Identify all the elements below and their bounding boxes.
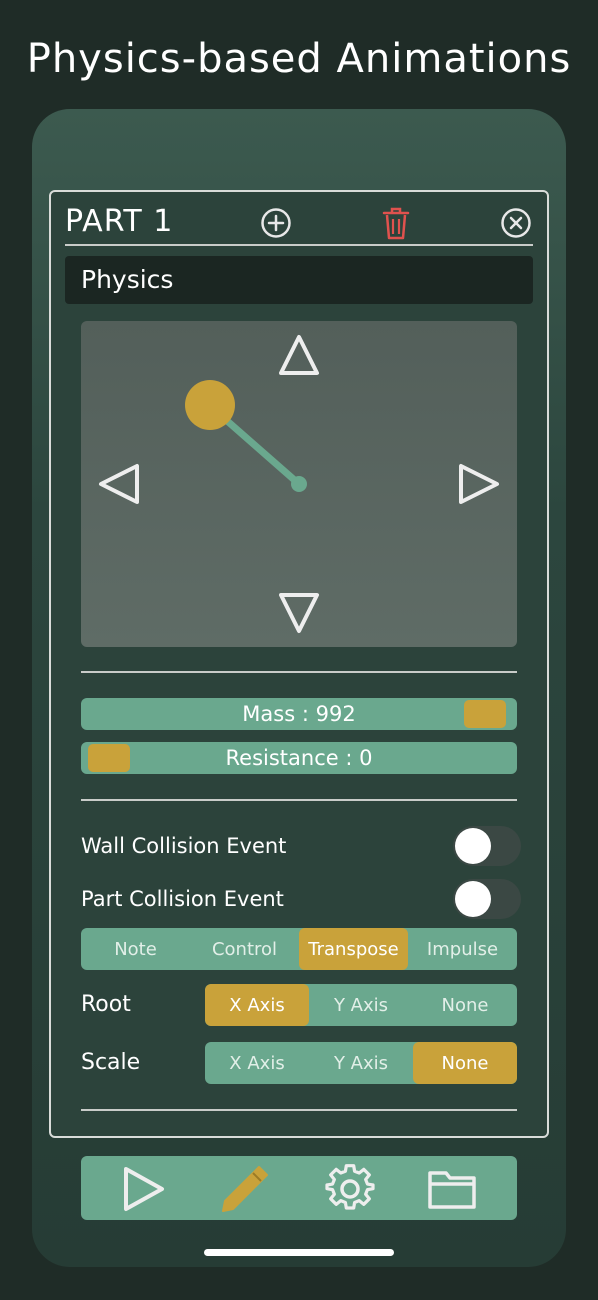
add-part-button[interactable] [259, 206, 293, 240]
panel-header: PART 1 [65, 200, 533, 246]
event-mode-option-note[interactable]: Note [81, 928, 190, 970]
arrow-right-button[interactable] [455, 460, 503, 508]
pencil-icon [222, 1166, 268, 1212]
part-collision-label: Part Collision Event [81, 887, 284, 911]
event-mode-option-transpose[interactable]: Transpose [299, 928, 408, 970]
play-icon [124, 1167, 164, 1211]
part-title: PART 1 [65, 204, 174, 239]
divider [81, 671, 517, 673]
event-mode-option-control[interactable]: Control [190, 928, 299, 970]
resistance-slider[interactable]: Resistance : 0 [81, 742, 517, 774]
trash-icon [382, 207, 410, 240]
home-indicator[interactable] [204, 1249, 394, 1256]
folder-icon [428, 1171, 476, 1209]
wall-collision-toggle[interactable] [453, 826, 521, 866]
settings-button[interactable] [323, 1162, 377, 1216]
toggle-knob [455, 828, 491, 864]
header-divider [65, 244, 533, 246]
part-collision-row: Part Collision Event [81, 879, 521, 923]
section-header: Physics [65, 256, 533, 304]
close-panel-button[interactable] [499, 206, 533, 240]
root-label: Root [81, 992, 131, 1017]
physics-pad[interactable] [81, 321, 517, 647]
part-collision-toggle[interactable] [453, 879, 521, 919]
arrow-up-button[interactable] [275, 331, 323, 379]
section-title: Physics [81, 265, 174, 294]
gear-icon [325, 1164, 375, 1210]
scale-axis-control: X Axis Y Axis None [205, 1042, 517, 1084]
play-button[interactable] [115, 1162, 169, 1216]
root-option-none[interactable]: None [413, 984, 517, 1026]
bottom-toolbar [81, 1156, 517, 1220]
wall-collision-row: Wall Collision Event [81, 826, 521, 870]
arrow-left-button[interactable] [95, 460, 143, 508]
arrow-down-button[interactable] [275, 589, 323, 637]
root-option-y-axis[interactable]: Y Axis [309, 984, 413, 1026]
pendulum-pivot [291, 476, 307, 492]
mass-label: Mass : 992 [242, 702, 356, 726]
open-folder-button[interactable] [425, 1162, 479, 1216]
resistance-slider-thumb[interactable] [88, 744, 130, 772]
resistance-label: Resistance : 0 [225, 746, 373, 770]
part-panel: PART 1 Physics Mass: 992 Resistance: 0… [49, 190, 549, 1138]
divider [81, 799, 517, 801]
event-mode-option-impulse[interactable]: Impulse [408, 928, 517, 970]
scale-label: Scale [81, 1050, 141, 1075]
delete-part-button[interactable] [379, 204, 413, 242]
scale-option-none[interactable]: None [413, 1042, 517, 1084]
wall-collision-label: Wall Collision Event [81, 834, 287, 858]
edit-button[interactable] [218, 1162, 272, 1216]
scale-option-x-axis[interactable]: X Axis [205, 1042, 309, 1084]
root-option-x-axis[interactable]: X Axis [205, 984, 309, 1026]
event-mode-control: Note Control Transpose Impulse [81, 928, 517, 970]
scale-option-y-axis[interactable]: Y Axis [309, 1042, 413, 1084]
pendulum-ball [185, 380, 235, 430]
mass-slider[interactable]: Mass : 992 [81, 698, 517, 730]
divider [81, 1109, 517, 1111]
plus-circle-icon [261, 208, 291, 238]
mass-slider-thumb[interactable] [464, 700, 507, 728]
close-circle-icon [501, 208, 531, 238]
page-headline: Physics-based Animations [26, 36, 572, 82]
toggle-knob [455, 881, 491, 917]
root-axis-control: X Axis Y Axis None [205, 984, 517, 1026]
